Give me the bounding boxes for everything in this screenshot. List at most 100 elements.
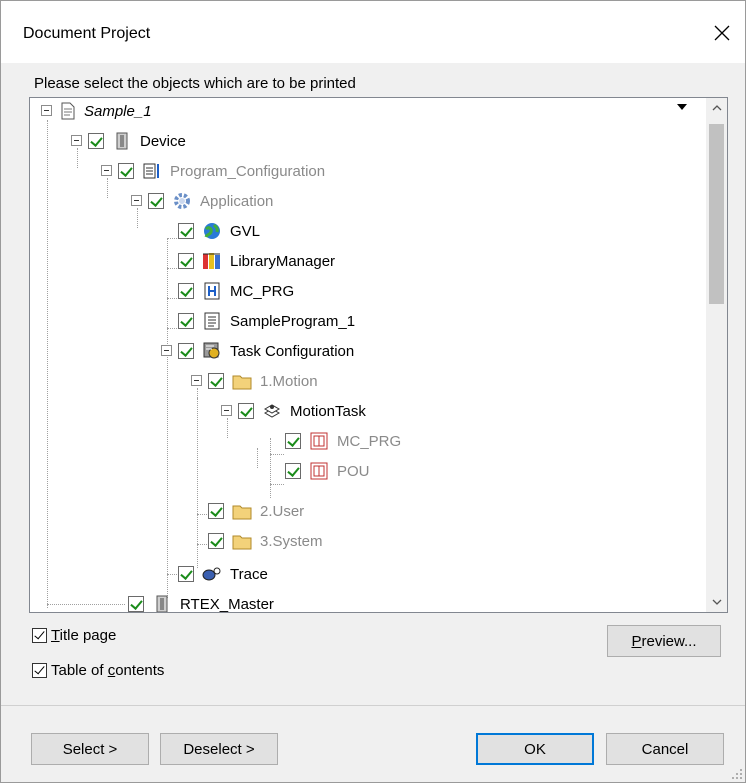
device-icon — [152, 594, 172, 612]
table-of-contents-option[interactable]: Table of contents — [32, 662, 164, 679]
tree-node-root[interactable]: Sample_1 — [58, 99, 152, 123]
tree-label: LibraryManager — [230, 252, 336, 270]
title-page-checkbox[interactable] — [32, 628, 47, 643]
trace-icon — [202, 564, 222, 584]
node-checkbox[interactable] — [208, 503, 224, 519]
program-configuration-icon — [142, 161, 162, 181]
resize-grip-icon[interactable] — [731, 768, 743, 780]
tree-label: GVL — [230, 222, 261, 240]
application-gear-icon — [172, 191, 192, 211]
tree-node-user-folder[interactable]: 2.User — [208, 499, 304, 523]
node-checkbox[interactable] — [118, 163, 134, 179]
tree-label: MC_PRG — [337, 432, 402, 450]
st-program-icon — [202, 311, 222, 331]
expander-task-configuration[interactable] — [161, 345, 172, 356]
tree-label: Program_Configuration — [170, 162, 326, 180]
tree-label: Task Configuration — [230, 342, 355, 360]
tree-label: Trace — [230, 565, 268, 583]
node-checkbox[interactable] — [178, 223, 194, 239]
tree-node-task-mc-prg[interactable]: MC_PRG — [285, 429, 401, 453]
folder-icon — [232, 501, 252, 521]
ok-button[interactable]: OK — [476, 733, 594, 765]
globe-icon — [202, 221, 222, 241]
cancel-label: Cancel — [641, 740, 689, 758]
node-checkbox[interactable] — [178, 566, 194, 582]
node-checkbox[interactable] — [178, 343, 194, 359]
table-of-contents-label: Table of contents — [51, 662, 165, 679]
program-call-icon — [309, 461, 329, 481]
tree-node-library-manager[interactable]: LibraryManager — [178, 249, 335, 273]
tree-label: Application — [200, 192, 274, 210]
dialog-title: Document Project — [23, 25, 151, 42]
chevron-down-icon — [712, 599, 721, 605]
tree-node-motion-folder[interactable]: 1.Motion — [208, 369, 318, 393]
node-checkbox[interactable] — [88, 133, 104, 149]
tree-label: 3.System — [260, 532, 323, 550]
chevron-up-icon — [712, 105, 721, 111]
project-icon — [58, 101, 78, 121]
title-page-option[interactable]: Title page — [32, 627, 116, 644]
ok-label: OK — [524, 740, 546, 758]
expander-root[interactable] — [41, 105, 52, 116]
tree-node-system-folder[interactable]: 3.System — [208, 529, 323, 553]
expander-program-configuration[interactable] — [101, 165, 112, 176]
tree-node-mc-prg[interactable]: MC_PRG — [178, 279, 294, 303]
tree-label: MotionTask — [290, 402, 366, 420]
document-project-dialog: Document Project Please select the objec… — [0, 0, 746, 783]
node-checkbox[interactable] — [148, 193, 164, 209]
tree-node-sample-program[interactable]: SampleProgram_1 — [178, 309, 355, 333]
cancel-button[interactable]: Cancel — [606, 733, 724, 765]
tree-label: RTEX_Master — [180, 595, 274, 613]
select-label: Select > — [62, 740, 118, 758]
tree-node-program-configuration[interactable]: Program_Configuration — [118, 159, 325, 183]
tree-node-motion-task[interactable]: MotionTask — [238, 399, 366, 423]
deselect-label: Deselect > — [183, 740, 255, 758]
node-checkbox[interactable] — [208, 533, 224, 549]
tree-node-application[interactable]: Application — [148, 189, 273, 213]
close-button[interactable] — [699, 11, 745, 55]
node-checkbox[interactable] — [178, 253, 194, 269]
expander-motion[interactable] — [191, 375, 202, 386]
folder-icon — [232, 531, 252, 551]
scroll-up-button[interactable] — [706, 98, 727, 118]
tree-label: SampleProgram_1 — [230, 312, 356, 330]
program-call-icon — [309, 431, 329, 451]
tree-label: 1.Motion — [260, 372, 318, 390]
tree-node-pou[interactable]: POU — [285, 459, 370, 483]
separator — [1, 705, 745, 706]
node-checkbox[interactable] — [285, 463, 301, 479]
scrollbar-thumb[interactable] — [709, 124, 724, 304]
ladder-program-icon — [202, 281, 222, 301]
tree-label: MC_PRG — [230, 282, 295, 300]
vertical-scrollbar[interactable] — [706, 98, 727, 612]
task-stack-icon — [262, 401, 282, 421]
preview-button[interactable]: Preview... — [607, 625, 721, 657]
deselect-button[interactable]: Deselect > — [160, 733, 278, 765]
title-page-label: Title page — [51, 627, 117, 644]
close-icon — [714, 25, 730, 41]
tree-node-device[interactable]: Device — [88, 129, 186, 153]
table-of-contents-checkbox[interactable] — [32, 663, 47, 678]
tree-label: Sample_1 — [84, 102, 152, 120]
task-configuration-icon — [202, 341, 222, 361]
node-checkbox[interactable] — [285, 433, 301, 449]
expander-device[interactable] — [71, 135, 82, 146]
node-checkbox[interactable] — [238, 403, 254, 419]
node-checkbox[interactable] — [178, 283, 194, 299]
object-tree[interactable]: Sample_1 Device Program_Configuration Ap… — [29, 97, 728, 613]
dropdown-arrow-icon[interactable] — [677, 104, 687, 110]
title-bar: Document Project — [1, 1, 745, 63]
tree-label: 2.User — [260, 502, 305, 520]
tree-node-gvl[interactable]: GVL — [178, 219, 260, 243]
tree-node-rtex-master[interactable]: RTEX_Master — [128, 592, 274, 613]
expander-application[interactable] — [131, 195, 142, 206]
tree-node-trace[interactable]: Trace — [178, 562, 268, 586]
expander-motion-task[interactable] — [221, 405, 232, 416]
tree-node-task-configuration[interactable]: Task Configuration — [178, 339, 354, 363]
scroll-down-button[interactable] — [706, 592, 727, 612]
node-checkbox[interactable] — [128, 596, 144, 612]
select-button[interactable]: Select > — [31, 733, 149, 765]
node-checkbox[interactable] — [208, 373, 224, 389]
folder-icon — [232, 371, 252, 391]
node-checkbox[interactable] — [178, 313, 194, 329]
